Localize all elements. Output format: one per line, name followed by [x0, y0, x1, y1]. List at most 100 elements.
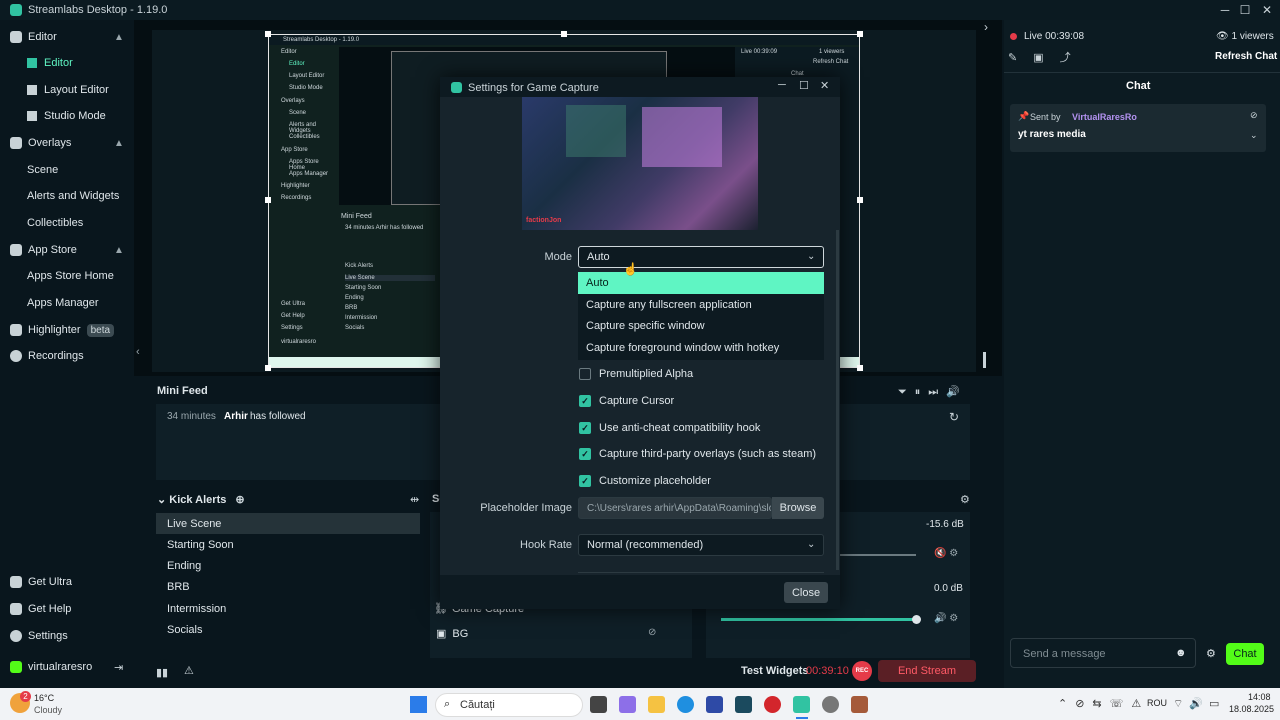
sidebar-item-get-ultra[interactable]: Get Ultra — [10, 572, 72, 592]
scene-layout-icon[interactable]: ⇹ — [410, 493, 419, 506]
chat-send-button[interactable]: Chat — [1226, 643, 1264, 665]
pinned-user[interactable]: VirtualRaresRo — [1072, 112, 1137, 122]
taskbar-search[interactable]: ⌕ Căutați — [435, 693, 583, 717]
sidebar-item-alerts-widgets[interactable]: Alerts and Widgets — [27, 186, 119, 206]
opera-icon[interactable] — [764, 696, 781, 713]
scene-item[interactable]: Live Scene — [156, 513, 420, 534]
streamlabs-taskbar-icon[interactable] — [793, 696, 810, 713]
collapse-sidebar-icon[interactable]: ‹ — [136, 346, 140, 358]
checkbox-icon[interactable] — [579, 368, 591, 380]
sidebar-section-app-store[interactable]: App Store — [10, 240, 77, 260]
refresh-icon[interactable]: ↻ — [949, 410, 959, 424]
sidebar-item-recordings[interactable]: Recordings — [10, 346, 84, 366]
mode-option[interactable]: Capture foreground window with hotkey — [578, 337, 824, 359]
task-view-icon[interactable] — [590, 696, 607, 713]
rec-button[interactable]: REC — [852, 661, 872, 681]
resize-handle[interactable] — [265, 31, 271, 37]
resize-handle[interactable] — [265, 365, 271, 371]
dialog-scrollbar[interactable] — [836, 230, 839, 570]
sidebar-item-settings[interactable]: Settings — [10, 626, 68, 646]
checkbox-checked-icon[interactable]: ✓ — [579, 422, 591, 434]
copilot-icon[interactable] — [619, 696, 636, 713]
scene-item[interactable]: Intermission — [156, 598, 420, 619]
mode-select[interactable]: Auto ⌄ — [578, 246, 824, 268]
slider-thumb[interactable] — [912, 615, 921, 624]
sidebar-item-studio-mode[interactable]: Studio Mode — [27, 106, 106, 126]
close-window-button[interactable]: ✕ — [1258, 2, 1276, 18]
file-explorer-icon[interactable] — [648, 696, 665, 713]
checkbox-capture-cursor[interactable]: ✓ Capture Cursor — [579, 395, 674, 407]
scene-item[interactable]: BRB — [156, 576, 420, 597]
volume-settings-icon[interactable]: 🔊 ⚙ — [934, 613, 958, 624]
hook-rate-select[interactable]: Normal (recommended) ⌄ — [578, 534, 824, 556]
sidebar-item-apps-store-home[interactable]: Apps Store Home — [27, 266, 114, 286]
scene-item[interactable]: Ending — [156, 555, 420, 576]
checkbox-anti-cheat-hook[interactable]: ✓ Use anti-cheat compatibility hook — [579, 422, 760, 434]
chevron-up-icon[interactable]: ▲ — [114, 245, 124, 256]
end-stream-button[interactable]: End Stream — [878, 660, 976, 682]
language-indicator[interactable]: ROU — [1147, 698, 1167, 708]
checkbox-checked-icon[interactable]: ✓ — [579, 395, 591, 407]
checkbox-third-party-overlays[interactable]: ✓ Capture third-party overlays (such as … — [579, 448, 816, 460]
dialog-maximize-button[interactable]: ☐ — [799, 79, 809, 92]
scene-item[interactable]: Socials — [156, 619, 420, 640]
resize-handle[interactable] — [857, 31, 863, 37]
feed-user[interactable]: Arhir — [224, 411, 248, 422]
resize-handle[interactable] — [857, 365, 863, 371]
dialog-close-icon[interactable]: ✕ — [820, 79, 829, 92]
volume-slider-1[interactable] — [840, 554, 916, 556]
windows-start-icon[interactable] — [410, 696, 427, 713]
expand-chat-icon[interactable]: › — [984, 20, 988, 34]
minimize-button[interactable]: ─ — [1216, 2, 1234, 18]
dialog-close-button[interactable]: Close — [784, 582, 828, 603]
chat-tools-icons[interactable]: ✎▣⤴ — [1008, 49, 1087, 65]
source-item[interactable]: ▣ BG — [436, 627, 468, 641]
placeholder-path-input[interactable]: C:\Users\rares arhir\AppData\Roaming\slo — [578, 497, 772, 519]
resize-handle[interactable] — [265, 197, 271, 203]
clock-time[interactable]: 14:08 — [1248, 692, 1271, 702]
alert-icon[interactable]: ⚠ — [184, 664, 194, 677]
browse-button[interactable]: Browse — [772, 497, 824, 519]
checkbox-customize-placeholder[interactable]: ✓ Customize placeholder — [579, 475, 711, 487]
resize-handle[interactable] — [857, 197, 863, 203]
emoji-icon[interactable]: ☻ — [1175, 647, 1187, 659]
chevron-up-icon[interactable]: ▲ — [114, 138, 124, 149]
hidden-eye-icon[interactable]: ⊘ — [648, 627, 656, 638]
sidebar-item-collectibles[interactable]: Collectibles — [27, 213, 83, 233]
sidebar-user[interactable]: virtualraresro — [10, 657, 92, 677]
sidebar-item-highlighter[interactable]: Highlighter beta — [10, 320, 115, 340]
mode-option[interactable]: Capture any fullscreen application — [578, 294, 824, 316]
system-tray-icons[interactable]: ⌔🔊▭ — [1173, 697, 1225, 711]
sidebar-item-scene[interactable]: Scene — [27, 160, 58, 180]
sidebar-section-editor[interactable]: Editor — [10, 27, 57, 47]
tray-icons[interactable]: ⌃⊘⇆☏⚠ — [1058, 697, 1149, 710]
checkbox-checked-icon[interactable]: ✓ — [579, 448, 591, 460]
pinned-message[interactable]: 📌 Sent by VirtualRaresRo yt rares media … — [1010, 104, 1266, 152]
chat-input[interactable]: Send a message ☻ — [1010, 638, 1196, 668]
chevron-up-icon[interactable]: ▲ — [114, 32, 124, 43]
settings-taskbar-icon[interactable] — [822, 696, 839, 713]
sidebar-section-overlays[interactable]: Overlays — [10, 133, 71, 153]
mode-option[interactable]: Auto — [578, 272, 824, 294]
mode-option[interactable]: Capture specific window — [578, 315, 824, 337]
checkbox-checked-icon[interactable]: ✓ — [579, 475, 591, 487]
edge-icon[interactable] — [677, 696, 694, 713]
test-widgets-button[interactable]: Test Widgets — [741, 665, 809, 677]
game-icon[interactable] — [851, 696, 868, 713]
mixer-gear-icon[interactable]: ⚙ — [960, 493, 970, 506]
add-scene-icon[interactable]: ⊕ — [235, 494, 244, 506]
sidebar-item-apps-manager[interactable]: Apps Manager — [27, 293, 99, 313]
sidebar-item-get-help[interactable]: Get Help — [10, 599, 71, 619]
sidebar-item-layout-editor[interactable]: Layout Editor — [27, 80, 109, 100]
resize-divider[interactable] — [983, 352, 986, 368]
maximize-button[interactable]: ☐ — [1236, 2, 1254, 18]
mute-icon[interactable]: 🔇 ⚙ — [934, 548, 958, 559]
scene-item[interactable]: Starting Soon — [156, 534, 420, 555]
checkbox-premultiplied-alpha[interactable]: Premultiplied Alpha — [579, 368, 693, 380]
sidebar-item-editor[interactable]: Editor — [27, 53, 73, 73]
hide-pin-icon[interactable]: ⊘ — [1250, 110, 1258, 121]
chevron-down-icon[interactable]: ⌄ — [1250, 130, 1258, 141]
resize-handle[interactable] — [561, 31, 567, 37]
clock-date[interactable]: 18.08.2025 — [1229, 704, 1274, 714]
app-icon[interactable] — [735, 696, 752, 713]
